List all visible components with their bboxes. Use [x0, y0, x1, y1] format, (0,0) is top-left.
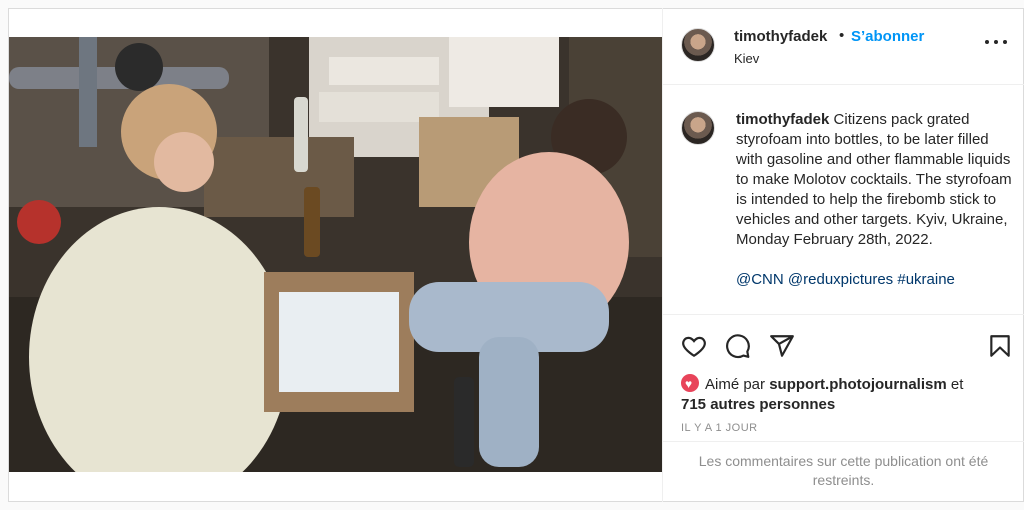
more-options-icon[interactable] — [985, 32, 1009, 52]
caption-text: Citizens pack grated styrofoam into bott… — [736, 111, 1012, 248]
likes-conjunction: et — [950, 376, 964, 393]
tag-link[interactable]: @reduxpictures — [788, 271, 893, 288]
likes-summary: Aimé par support.photojournalism et 715 … — [681, 374, 963, 415]
likes-count-link[interactable]: 715 autres personnes — [681, 396, 835, 413]
photo-illustration — [9, 37, 662, 472]
comments-restricted-notice: Les commentaires sur cette publication o… — [663, 441, 1024, 502]
comment-icon[interactable] — [725, 333, 751, 359]
post-header: timothyfadek • S’abonner Kiev — [663, 8, 1024, 85]
caption-tags: @CNN @reduxpictures #ukraine — [736, 270, 1014, 290]
post-sidebar: timothyfadek • S’abonner Kiev timothyfad… — [663, 8, 1024, 502]
liked-by-username[interactable]: support.photojournalism — [769, 376, 947, 393]
separator-dot: • — [839, 27, 845, 44]
caption-username[interactable]: timothyfadek — [736, 111, 829, 128]
liked-by-avatar[interactable] — [681, 374, 699, 394]
heart-icon[interactable] — [681, 333, 707, 359]
bookmark-icon[interactable] — [987, 333, 1013, 359]
caption: timothyfadek Citizens pack grated styrof… — [736, 110, 1014, 290]
caption-avatar[interactable] — [681, 111, 715, 145]
post-photo[interactable] — [9, 37, 662, 472]
tag-link[interactable]: @CNN — [736, 271, 784, 288]
tag-link[interactable]: #ukraine — [897, 271, 955, 288]
follow-button[interactable]: S’abonner — [851, 28, 924, 45]
caption-section: timothyfadek Citizens pack grated styrof… — [663, 85, 1024, 315]
avatar[interactable] — [681, 28, 715, 62]
location-link[interactable]: Kiev — [734, 51, 759, 66]
paper-plane-icon[interactable] — [769, 333, 795, 359]
username-link[interactable]: timothyfadek — [734, 28, 827, 45]
action-bar — [663, 314, 1024, 377]
post-timestamp[interactable]: IL Y A 1 JOUR — [681, 422, 758, 434]
likes-prefix: Aimé par — [705, 376, 766, 393]
